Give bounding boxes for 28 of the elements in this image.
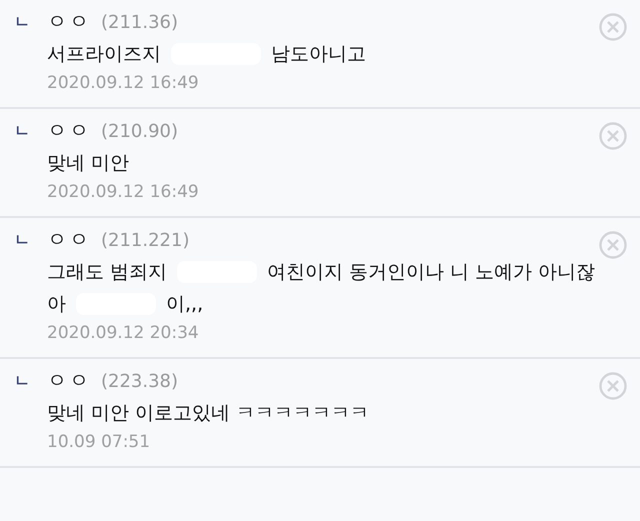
reply-mark: ㄴ	[14, 121, 31, 142]
comment-text: 서프라이즈지	[47, 42, 161, 67]
delete-icon[interactable]	[598, 230, 628, 260]
reply-mark: ㄴ	[14, 12, 31, 33]
delete-icon[interactable]	[598, 121, 628, 151]
comment-text: 맞네 미안 이로고있네 ㅋㅋㅋㅋㅋㅋㅋ	[47, 401, 370, 426]
ip-address: (210.90)	[101, 121, 178, 142]
author-name: ㅇㅇ	[47, 226, 91, 253]
comment-text: 아	[47, 292, 66, 317]
comment-text: 그래도 범죄지	[47, 260, 168, 285]
ip-address: (223.38)	[101, 371, 178, 392]
comment-text: 여친이지 동거인이나 니 노예가 아니잖	[267, 260, 596, 285]
delete-icon[interactable]	[598, 12, 628, 42]
comment-text: 맞네 미안	[47, 151, 130, 176]
comment-text: 이,,,	[166, 292, 204, 317]
ip-address: (211.221)	[101, 230, 190, 251]
comment-date: 10.09 07:51	[47, 432, 152, 452]
comment-date: 2020.09.12 16:49	[47, 73, 200, 93]
comment-date: 2020.09.12 16:49	[47, 182, 200, 202]
reply-mark: ㄴ	[14, 371, 31, 392]
author-name: ㅇㅇ	[47, 8, 91, 35]
ip-address: (211.36)	[101, 12, 178, 33]
reply-mark: ㄴ	[14, 230, 31, 251]
delete-icon[interactable]	[598, 371, 628, 401]
comment-date: 2020.09.12 20:34	[47, 323, 200, 343]
comment-text: 남도아니고	[271, 42, 366, 67]
author-name: ㅇㅇ	[47, 367, 91, 394]
author-name: ㅇㅇ	[47, 117, 91, 144]
